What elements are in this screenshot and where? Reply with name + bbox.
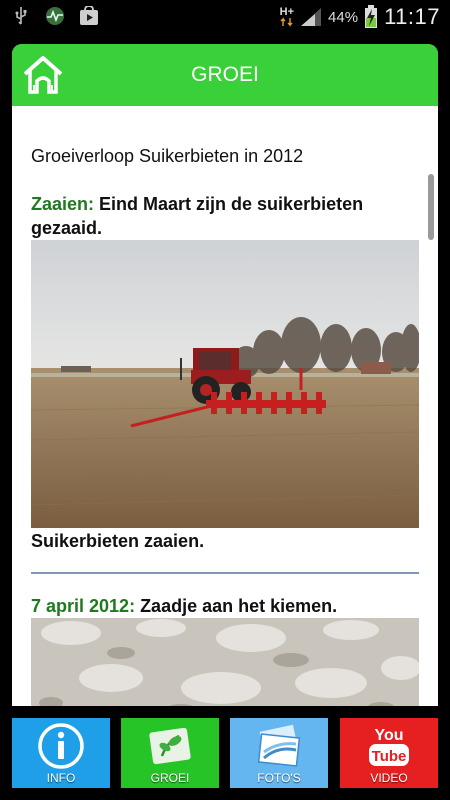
youtube-icon: You Tube (369, 727, 409, 766)
info-icon (38, 723, 84, 769)
entry-lead: Zaaien: (31, 194, 95, 214)
nav-info-button[interactable]: INFO (12, 718, 110, 788)
page-title: GROEI (191, 63, 259, 86)
network-arrows-icon (280, 17, 293, 27)
photos-icon (257, 724, 301, 767)
soil-closeup-photo (31, 618, 419, 706)
divider (31, 572, 419, 574)
tractor-sowing-photo (31, 240, 419, 528)
nav-fotos-button[interactable]: FOTO'S (230, 718, 328, 788)
nav-label: FOTO'S (257, 771, 301, 785)
content-scroll-area[interactable]: Groeiverloop Suikerbieten in 2012 Zaaien… (12, 106, 438, 706)
bottom-navigation: INFO GROEI FOTO'S You Tube VIDEO (0, 706, 450, 800)
article-heading: Groeiverloop Suikerbieten in 2012 (31, 146, 304, 166)
network-type: H+ (279, 6, 295, 18)
main-card: GROEI Groeiverloop Suikerbieten in 2012 … (12, 44, 438, 706)
activity-app-icon (44, 6, 66, 26)
nav-label: INFO (46, 771, 76, 785)
status-bar: H+ 44% 11:17 (0, 0, 450, 32)
photo-caption: Suikerbieten zaaien. (31, 531, 205, 551)
entry-text: Zaadje aan het kiemen. (135, 596, 338, 616)
clock: 11:17 (384, 4, 440, 29)
svg-text:Tube: Tube (372, 748, 407, 765)
nav-video-button[interactable]: You Tube VIDEO (340, 718, 438, 788)
signal-icon (301, 8, 322, 26)
usb-icon (10, 6, 32, 26)
entry-lead: 7 april 2012: (31, 596, 136, 616)
entry-sowing: Zaaien: Eind Maart zijn de suikerbieten … (31, 192, 419, 240)
battery-percent: 44% (328, 8, 359, 26)
play-store-icon (78, 6, 100, 26)
app-header: GROEI (12, 44, 438, 106)
nav-groei-button[interactable]: GROEI (121, 718, 219, 788)
nav-label: VIDEO (370, 771, 408, 785)
svg-text:You: You (374, 727, 403, 744)
entry-germination: 7 april 2012: Zaadje aan het kiemen. (31, 594, 419, 618)
scrollbar[interactable] (428, 174, 434, 240)
nav-label: GROEI (150, 771, 190, 785)
plant-icon (149, 727, 191, 765)
battery-charging-icon (365, 5, 378, 28)
